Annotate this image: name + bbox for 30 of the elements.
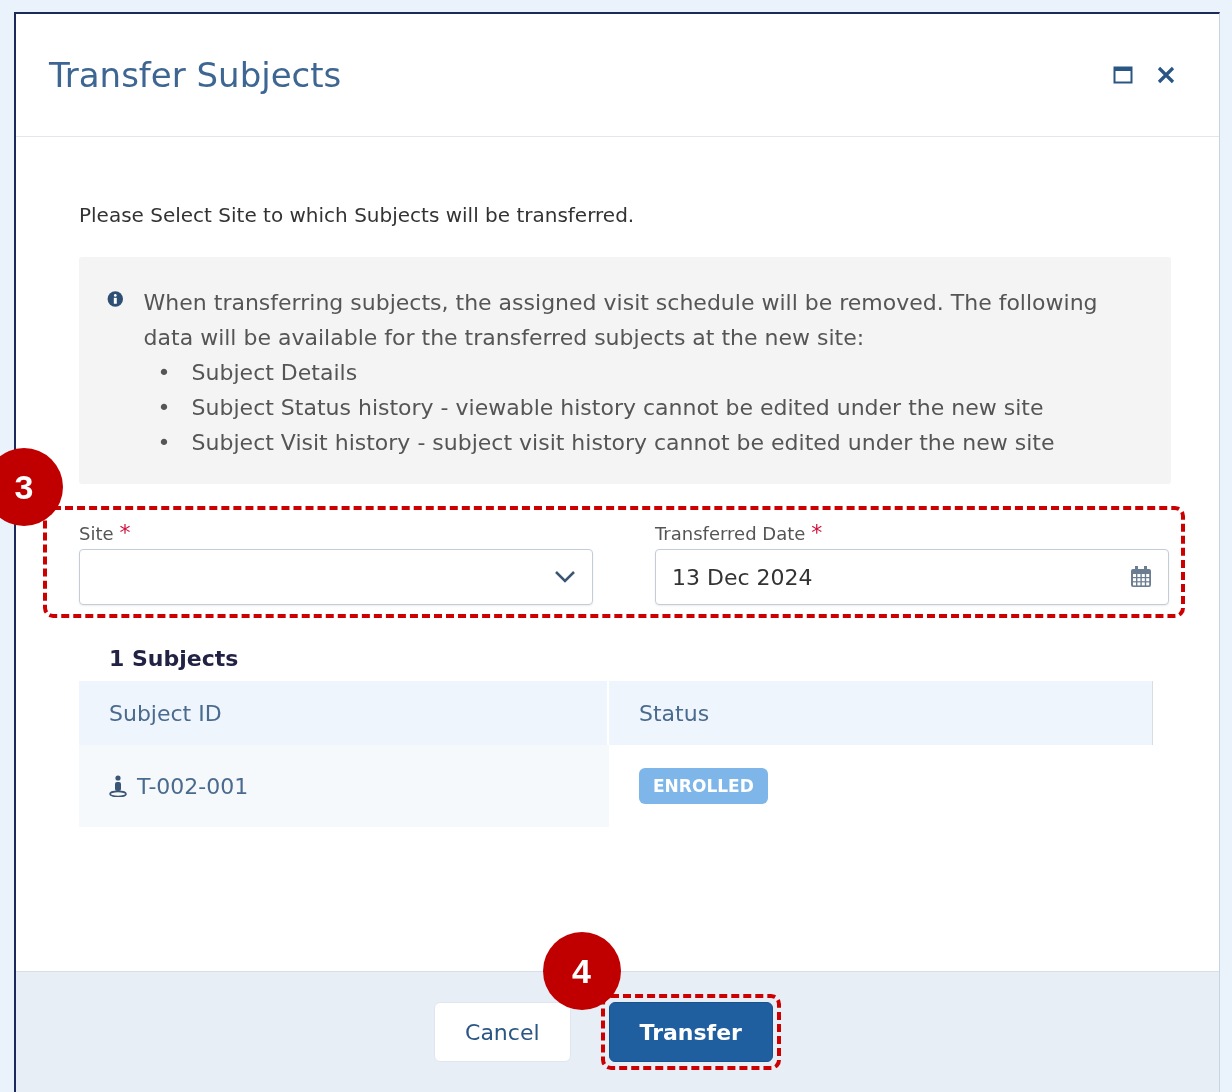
instruction-text: Please Select Site to which Subjects will be transferred. [79,203,636,227]
column-header: Subject ID [79,681,609,745]
close-icon [1157,66,1175,84]
cancel-button[interactable]: Cancel [434,1002,571,1062]
required-mark: * [811,520,823,545]
subjects-count: 1 Subjects [109,646,240,671]
bullet-marker: • [157,429,172,457]
info-bullet: Subject Details [191,359,358,387]
field-label: Transferred Date [655,523,806,544]
bullet-marker: • [157,394,172,422]
field-value: 13 Dec 2024 [672,564,813,590]
calendar-icon [1130,566,1152,588]
step-badge: 4 [542,932,621,1010]
column-header: Status [609,681,1153,745]
person-icon [109,775,127,797]
subject-id: T-002-001 [137,773,249,799]
site-select[interactable] [79,549,593,605]
info-text: When transferring subjects, the assigned visit schedule will be removed. The following data will be available for the transferred subjects at the new site: [143,289,1099,352]
bullet-marker: • [157,359,172,387]
dialog-title: Transfer Subjects [49,55,342,95]
date-field[interactable]: 13 Dec 2024 [655,549,1169,605]
required-mark: * [119,520,131,545]
maximize-icon [1113,66,1133,84]
chevron-down-icon [554,570,576,584]
status-badge: ENROLLED [639,768,768,804]
field-label: Site [79,523,114,544]
info-bullet: Subject Visit history - subject visit history cannot be edited under the new site [191,429,1055,457]
transfer-button[interactable]: Transfer [608,1002,773,1062]
info-bullet: Subject Status history - viewable history cannot be edited under the new site [191,394,1044,422]
step-badge: 3 [0,448,63,526]
